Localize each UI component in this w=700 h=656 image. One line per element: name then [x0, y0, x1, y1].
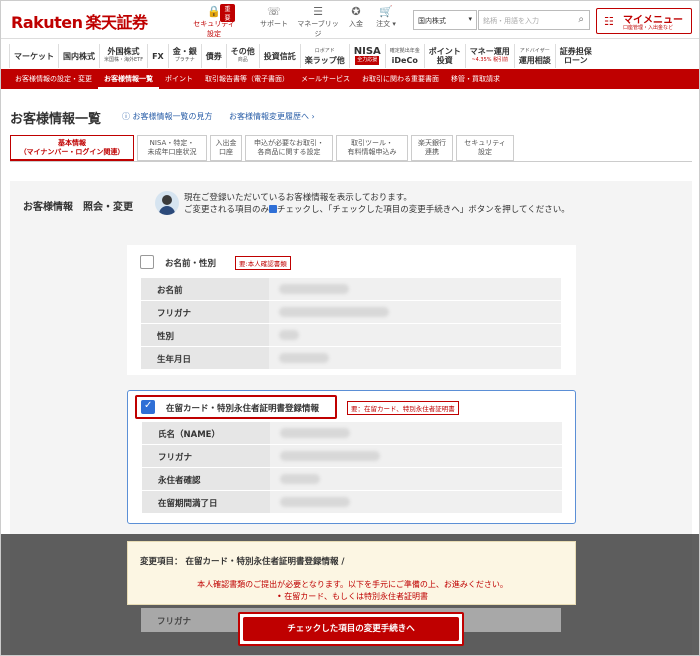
main-nav: マーケット 国内株式 外国株式 米国株・海外ETF FX 金・銀 プラチナ 債券 そ…: [1, 44, 699, 68]
nav-points[interactable]: ポイント 投資: [423, 44, 465, 68]
masked-value: [269, 324, 561, 346]
nav-gold[interactable]: 金・銀 プラチナ: [167, 44, 201, 68]
subnav-documents[interactable]: お取引に関わる重要書面: [356, 69, 445, 89]
nav-nisa[interactable]: NISA 全力応援: [348, 44, 385, 68]
global-header: Rakuten 楽天証券 🔒 重要 セキュリティ設定 ☏ サポート ☰ マネーブリ…: [1, 1, 699, 39]
account-subnav: お客様情報の設定・変更 お客様情報一覧 ポイント 取引報告書等（電子書面） メー…: [1, 69, 699, 89]
nav-bonds[interactable]: 債券: [200, 44, 226, 68]
cart-icon: 🛒: [379, 5, 393, 18]
tab-trade-settings[interactable]: 申込が必要なお取引・ 各商品に関する設定: [245, 135, 333, 161]
order-menu[interactable]: 🛒 注文 ▾: [365, 5, 407, 29]
tab-divider: [10, 161, 692, 162]
help-icon: ⓘ: [122, 112, 133, 121]
document-item: • 在留カード、もしくは特別永住者証明書: [277, 592, 428, 601]
name-gender-card: お名前・性別 要:本人確認書類 お名前 フリガナ 性別 生年月日: [127, 245, 576, 375]
change-summary-heading: 変更項目： 在留カード・特別永住者証明書登録情報 /: [140, 557, 345, 567]
subnav-mail[interactable]: メールサービス: [295, 69, 356, 89]
tab-security[interactable]: セキュリティ 設定: [456, 135, 514, 161]
document-note: 本人確認書類のご提出が必要となります。以下を手元にご準備の上、お進みください。: [197, 580, 508, 589]
id-required-tag: 要:本人確認書類: [235, 256, 291, 270]
masked-value: [269, 347, 561, 369]
name-gender-rows: お名前 フリガナ 性別 生年月日: [141, 278, 561, 370]
table-row: フリガナ: [142, 445, 562, 468]
page-title: お客様情報一覧: [10, 112, 102, 127]
residence-card-rows: 氏名（NAME） フリガナ 永住者確認 在留期間満了日: [142, 422, 562, 514]
nav-funds[interactable]: 投資信託: [258, 44, 300, 68]
nav-secured-loan[interactable]: 証券担保 ローン: [554, 44, 596, 68]
rakuten-logo[interactable]: Rakuten 楽天証券: [11, 9, 148, 33]
masked-value: [270, 422, 562, 444]
nav-advisor[interactable]: アドバイザー 運用相談: [513, 44, 555, 68]
table-row: フリガナ: [141, 301, 561, 324]
residence-card-required-tag: 要：在留カード、特別永住者証明書: [347, 401, 459, 415]
money-bridge-link[interactable]: ☰ マネーブリッジ: [297, 5, 339, 39]
masked-value: [269, 278, 561, 300]
mymenu-icon: ☷: [604, 15, 614, 28]
change-summary-panel: 変更項目： 在留カード・特別永住者証明書登録情報 / 本人確認書類のご提出が必要…: [127, 541, 576, 605]
subnav-customer-info[interactable]: お客様情報一覧: [98, 69, 159, 89]
masked-value: [270, 445, 562, 467]
name-gender-title: お名前・性別: [165, 259, 217, 269]
tab-nisa[interactable]: NISA・特定・ 未成年口座状況: [137, 135, 207, 161]
nav-other[interactable]: その他 商品: [225, 44, 259, 68]
page: Rakuten 楽天証券 🔒 重要 セキュリティ設定 ☏ サポート ☰ マネーブリ…: [0, 0, 700, 656]
instruction-message: 現在ご登録いただいているお客様情報を表示しております。 ご変更される項目のみ チェ…: [184, 193, 570, 215]
tab-basic-info[interactable]: 基本情報 （マイナンバー・ログイン関連）: [10, 135, 134, 161]
nav-ideco[interactable]: 確定拠出年金 iDeCo: [384, 44, 424, 68]
support-icon: ☏: [267, 5, 281, 18]
cta-highlight: チェックした項目の変更手続きへ: [238, 612, 464, 646]
nav-domestic-stock[interactable]: 国内株式: [58, 44, 99, 68]
tab-deposit[interactable]: 入出金 口座: [210, 135, 242, 161]
operator-avatar: [155, 191, 179, 215]
table-row: 永住者確認: [142, 468, 562, 491]
nav-foreign-stock[interactable]: 外国株式 米国株・海外ETF: [99, 44, 147, 68]
guide-link[interactable]: ⓘ お客様情報一覧の見方: [122, 111, 213, 122]
table-row: 氏名（NAME）: [142, 422, 562, 445]
table-row: お名前: [141, 278, 561, 301]
table-row: 在留期間満了日: [142, 491, 562, 514]
masked-value: [269, 301, 561, 323]
nav-market[interactable]: マーケット: [9, 44, 58, 68]
tab-tools[interactable]: 取引ツール・ 有料情報申込み: [336, 135, 408, 161]
nav-money-management[interactable]: マネー運用 ~4.35% 税引前: [464, 44, 514, 68]
bridge-icon: ☰: [313, 5, 323, 18]
masked-value: [270, 468, 562, 490]
important-badge: 重要: [220, 4, 235, 22]
subnav-transfer[interactable]: 移管・買取請求: [445, 69, 506, 89]
security-settings-link[interactable]: 🔒 重要 セキュリティ設定: [193, 4, 235, 39]
proceed-change-button[interactable]: チェックした項目の変更手続きへ: [243, 617, 459, 641]
table-row: 生年月日: [141, 347, 561, 370]
product-select[interactable]: 国内株式: [413, 10, 477, 30]
search-icon[interactable]: ⌕: [578, 14, 584, 25]
highlight-outline: [135, 395, 337, 419]
subnav-reports[interactable]: 取引報告書等（電子書面）: [199, 69, 295, 89]
masked-value: [270, 491, 562, 513]
nav-roboadvisor[interactable]: ロボアド 楽ラップ他: [299, 44, 349, 68]
subnav-points[interactable]: ポイント: [159, 69, 199, 89]
info-tabs: 基本情報 （マイナンバー・ログイン関連） NISA・特定・ 未成年口座状況 入出金口…: [10, 135, 517, 161]
nav-fx[interactable]: FX: [147, 44, 168, 68]
support-link[interactable]: ☏ サポート: [253, 5, 295, 29]
tab-bank[interactable]: 楽天銀行 連携: [411, 135, 453, 161]
my-menu-button[interactable]: ☷ マイメニュー 口座管理・入出金など: [596, 8, 692, 34]
name-gender-checkbox[interactable]: [140, 255, 154, 269]
checkbox-icon: [269, 205, 278, 213]
table-row: 性別: [141, 324, 561, 347]
subnav-settings[interactable]: お客様情報の設定・変更: [9, 69, 98, 89]
search-input[interactable]: 銘柄・用語を入力 ⌕: [478, 10, 590, 30]
section-heading: お客様情報 照会・変更: [23, 202, 133, 213]
history-link[interactable]: お客様情報変更履歴へ ›: [229, 111, 315, 122]
